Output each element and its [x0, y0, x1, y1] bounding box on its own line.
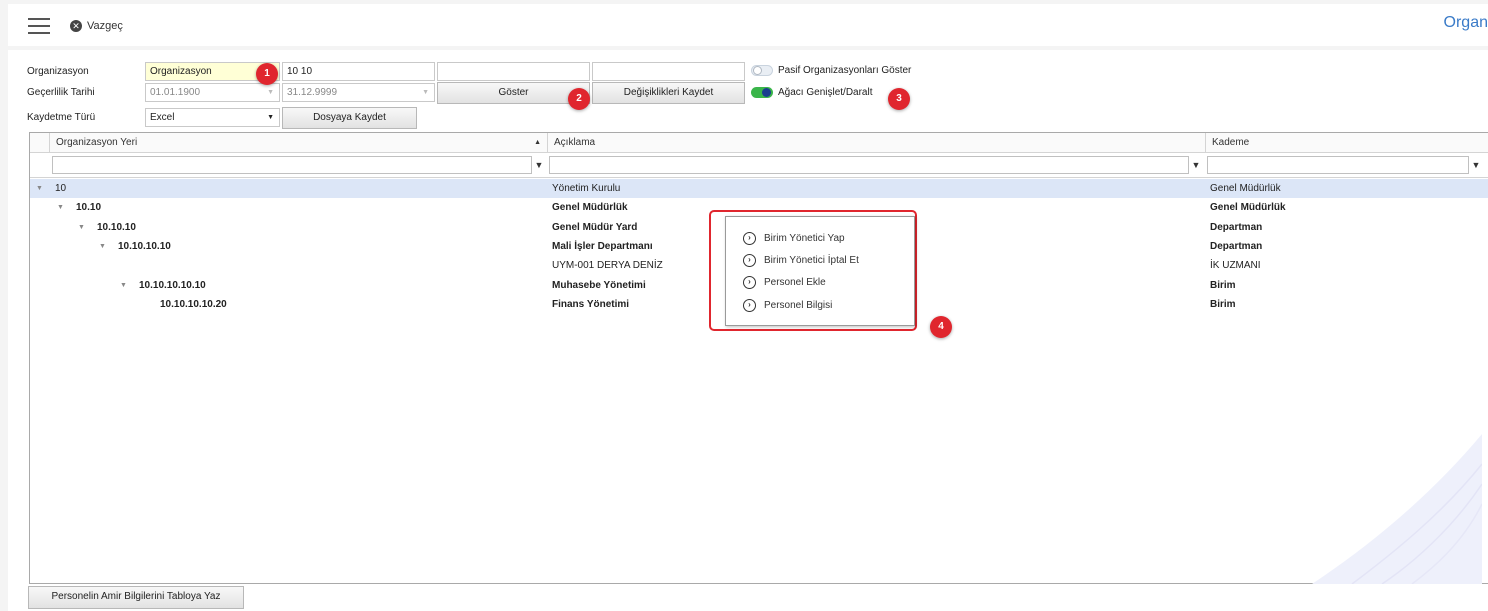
organization-code-field[interactable]: 10 10 [282, 62, 435, 81]
validity-label: Geçerlilik Tarihi [27, 87, 95, 98]
place-filter-input[interactable] [52, 156, 532, 174]
menu-item-label: Birim Yönetici İptal Et [764, 254, 859, 266]
organization-extra-field-1[interactable] [437, 62, 590, 81]
table-row[interactable]: ▼ 10 Yönetim Kurulu Genel Müdürlük [30, 179, 1488, 198]
column-header-label: Organizasyon Yeri [56, 137, 138, 148]
cell-place: 10.10 [76, 202, 102, 214]
column-header-place[interactable]: Organizasyon Yeri ▲ [50, 133, 548, 153]
show-button[interactable]: Göster [437, 82, 590, 104]
cell-place: 10.10.10.10.10 [139, 279, 206, 291]
chevron-down-icon: ▼ [422, 89, 429, 96]
passive-organizations-toggle[interactable] [751, 65, 773, 76]
filter-icon[interactable]: ▼ [1190, 156, 1202, 174]
menu-item-label: Personel Ekle [764, 276, 826, 288]
chevron-right-icon: › [743, 231, 756, 245]
expand-icon[interactable]: ▼ [36, 179, 43, 198]
validity-start-value: 01.01.1900 [150, 87, 201, 98]
cell-level: Genel Müdürlük [1210, 202, 1286, 214]
cell-description: Genel Müdürlük [552, 202, 628, 214]
menu-item-label: Personel Bilgisi [764, 299, 833, 311]
cell-place: 10.10.10 [97, 221, 136, 233]
column-header-level[interactable]: Kademe [1206, 133, 1488, 153]
grid-corner [30, 133, 50, 153]
chevron-right-icon: › [743, 253, 756, 267]
cell-description: Finans Yönetimi [552, 298, 630, 310]
cell-description: Mali İşler Departmanı [552, 240, 653, 252]
chevron-down-icon: ▼ [267, 114, 274, 121]
save-type-label: Kaydetme Türü [27, 112, 96, 123]
save-type-value: Excel [150, 112, 175, 123]
menu-item-label: Birim Yönetici Yap [764, 232, 845, 244]
cell-level: Genel Müdürlük [1210, 183, 1281, 194]
filter-icon[interactable]: ▼ [533, 156, 545, 174]
organization-value: Organizasyon [150, 66, 212, 77]
description-filter-input[interactable] [549, 156, 1189, 174]
filter-row: ▼ ▼ ▼ [30, 153, 1488, 178]
expand-icon[interactable]: ▼ [78, 218, 85, 237]
chevron-down-icon: ▼ [267, 89, 274, 96]
cell-description: Genel Müdür Yard [552, 221, 638, 233]
save-changes-button[interactable]: Değişiklikleri Kaydet [592, 82, 745, 104]
cell-level: Departman [1210, 221, 1263, 233]
cell-level: Birim [1210, 279, 1236, 291]
organization-code: 10 10 [287, 66, 313, 77]
chevron-right-icon: › [743, 298, 756, 312]
validity-end-value: 31.12.9999 [287, 87, 338, 98]
toggle-knob [753, 66, 762, 75]
toggle-knob [762, 88, 771, 97]
menu-item-cancel-unit-manager[interactable]: › Birim Yönetici İptal Et [743, 252, 859, 268]
content-panel: Organizasyon Organizasyon 10 10 Pasif Or… [8, 50, 1488, 611]
column-header-label: Açıklama [554, 137, 596, 148]
organization-tree-grid: Organizasyon Yeri ▲ Açıklama Kademe ▼ ▼ … [29, 132, 1488, 584]
step-badge-3: 3 [888, 88, 910, 110]
validity-end-field[interactable]: 31.12.9999 ▼ [282, 83, 435, 102]
column-header-label: Kademe [1212, 137, 1250, 148]
expand-icon[interactable]: ▼ [120, 276, 127, 295]
menu-item-personnel-info[interactable]: › Personel Bilgisi [743, 297, 832, 313]
cell-description: Muhasebe Yönetimi [552, 279, 646, 291]
cell-level: İK UZMANI [1210, 260, 1261, 272]
cell-place: 10 [55, 183, 67, 194]
step-badge-4: 4 [930, 316, 952, 338]
grid-header: Organizasyon Yeri ▲ Açıklama Kademe [30, 133, 1488, 153]
level-filter-input[interactable] [1207, 156, 1469, 174]
tree-expand-label: Ağacı Genişlet/Daralt [778, 87, 873, 98]
filter-icon[interactable]: ▼ [1470, 156, 1482, 174]
validity-start-field[interactable]: 01.01.1900 ▼ [145, 83, 280, 102]
menu-icon[interactable] [28, 18, 52, 34]
cancel-button[interactable]: ✕ Vazgeç [70, 18, 123, 34]
save-file-button[interactable]: Dosyaya Kaydet [282, 107, 417, 129]
expand-icon[interactable]: ▼ [57, 198, 64, 217]
organization-extra-field-2[interactable] [592, 62, 745, 81]
step-badge-2: 2 [568, 88, 590, 110]
step-badge-1: 1 [256, 63, 278, 85]
tree-expand-toggle[interactable] [751, 87, 773, 98]
expand-icon[interactable]: ▼ [99, 237, 106, 256]
column-header-description[interactable]: Açıklama [548, 133, 1206, 153]
close-icon: ✕ [70, 20, 82, 32]
top-bar: ✕ Vazgeç Organ [8, 4, 1488, 46]
background-decoration [1312, 434, 1482, 584]
cancel-label: Vazgeç [87, 20, 123, 32]
cell-place: 10.10.10.10.20 [160, 298, 227, 310]
cell-level: Birim [1210, 298, 1236, 310]
context-menu: › Birim Yönetici Yap › Birim Yönetici İp… [725, 216, 915, 326]
cell-level: Departman [1210, 240, 1263, 252]
menu-item-set-unit-manager[interactable]: › Birim Yönetici Yap [743, 230, 845, 246]
cell-description: Yönetim Kurulu [552, 183, 621, 194]
sort-up-icon: ▲ [534, 139, 541, 146]
organization-label: Organizasyon [27, 66, 89, 77]
cell-description: UYM-001 DERYA DENİZ [552, 260, 663, 272]
write-manager-info-button[interactable]: Personelin Amir Bilgilerini Tabloya Yaz [28, 586, 244, 609]
menu-item-add-personnel[interactable]: › Personel Ekle [743, 274, 826, 290]
chevron-right-icon: › [743, 275, 756, 289]
cell-place: 10.10.10.10 [118, 240, 171, 252]
passive-organizations-label: Pasif Organizasyonları Göster [778, 65, 912, 76]
page-title: Organ [1443, 14, 1488, 31]
save-type-select[interactable]: Excel ▼ [145, 108, 280, 127]
